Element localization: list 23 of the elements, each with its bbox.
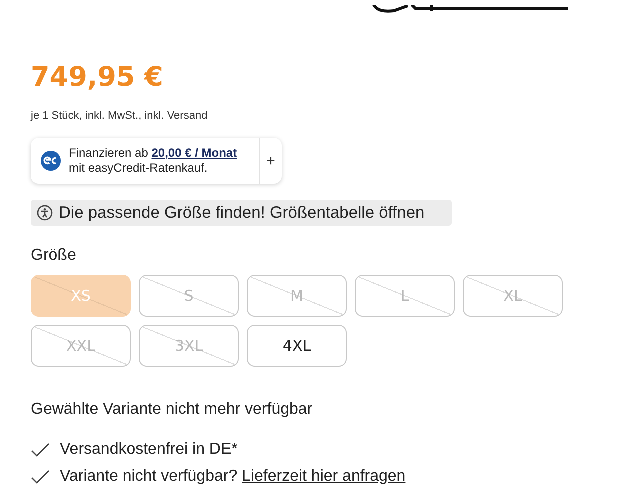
delivery-time-link[interactable]: Lieferzeit hier anfragen — [242, 468, 406, 485]
price: 749,95 € — [31, 61, 164, 95]
price-note: je 1 Stück, inkl. MwSt., inkl. Versand — [31, 110, 209, 122]
accessibility-icon — [37, 205, 53, 221]
size-option[interactable]: 3XL — [139, 325, 239, 367]
financing-text: Finanzieren ab 20,00 € / Monat mit easyCredit-Ratenkauf. — [69, 146, 238, 176]
size-option[interactable]: 4XL — [247, 325, 347, 367]
expand-button[interactable]: + — [259, 138, 282, 184]
size-guide-button[interactable]: Die passende Größe finden! Größentabelle öffnen — [31, 200, 452, 226]
availability-message: Gewählte Variante nicht mehr verfügbar — [31, 401, 314, 419]
credit-logo-icon — [41, 151, 61, 171]
check-icon — [31, 443, 50, 457]
size-option[interactable]: M — [247, 275, 347, 317]
financing-link[interactable]: 20,00 € / Monat — [152, 146, 238, 160]
size-option[interactable]: XXL — [31, 325, 131, 367]
size-option[interactable]: XS — [31, 275, 131, 317]
check-icon — [31, 470, 50, 484]
benefit-text: Variante nicht verfügbar? Lieferzeit hier anfragen — [60, 468, 406, 486]
benefit-text: Versandkostenfrei in DE* — [60, 441, 238, 459]
size-option[interactable]: L — [355, 275, 455, 317]
size-label: Größe — [31, 247, 78, 265]
size-option[interactable]: S — [139, 275, 239, 317]
size-option[interactable]: XL — [463, 275, 563, 317]
